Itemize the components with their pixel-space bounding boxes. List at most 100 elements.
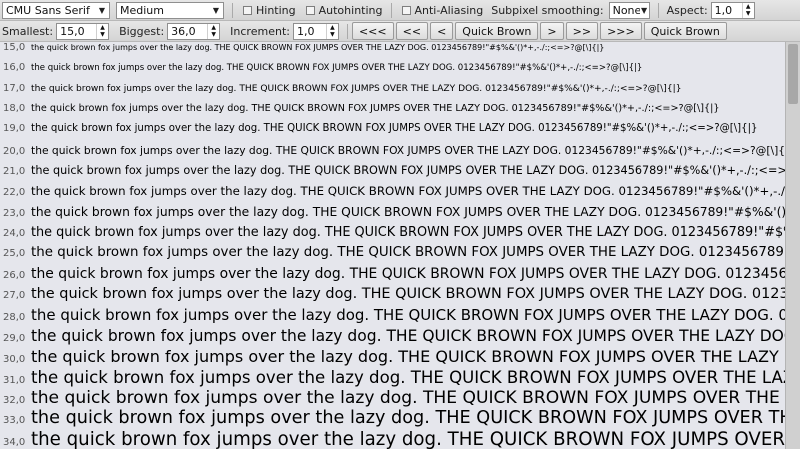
spin-arrows-icon[interactable]: ▲ ▼ [96,23,108,39]
sample-row: 23,0 the quick brown fox jumps over the l… [0,205,785,225]
sample-text: the quick brown fox jumps over the lazy … [31,103,720,115]
sample-text: the quick brown fox jumps over the lazy … [31,286,785,303]
chevron-down-icon: ▼ [641,5,648,15]
sample-row: 28,0 the quick brown fox jumps over the l… [0,306,785,326]
toolbar-font-options: CMU Sans Serif ▼ Medium ▼ Hinting Autohi… [0,0,800,21]
size-label: 34,0 [3,436,26,448]
sample-row: 18,0 the quick brown fox jumps over the l… [0,103,785,123]
sample-text: the quick brown fox jumps over the lazy … [31,367,785,387]
sample-row: 31,0 the quick brown fox jumps over the l… [0,368,785,388]
sample-row: 25,0 the quick brown fox jumps over the l… [0,245,785,265]
subpixel-label: Subpixel smoothing: [491,3,604,17]
sample-text: the quick brown fox jumps over the lazy … [31,143,785,157]
size-label: 29,0 [3,332,26,344]
size-label: 32,0 [3,394,26,406]
prev-button[interactable]: < [430,22,454,40]
sample-text: the quick brown fox jumps over the lazy … [31,43,605,52]
spin-arrows-icon[interactable]: ▲ ▼ [207,23,219,39]
spin-arrows-icon[interactable]: ▲ ▼ [741,2,754,18]
sample-text: the quick brown fox jumps over the lazy … [31,225,785,241]
sample-row: 15,0 the quick brown fox jumps over the l… [0,42,785,62]
hinting-checkbox[interactable]: Hinting [243,4,296,17]
size-label: 20,0 [3,145,26,157]
chevron-down-icon: ▼ [212,5,220,15]
increment-spinbox[interactable]: 1,0 ▲ ▼ [292,22,339,40]
scrollbar-thumb[interactable] [788,44,798,104]
sample-text: the quick brown fox jumps over the lazy … [31,387,785,408]
size-label: 25,0 [3,248,26,260]
size-label: 33,0 [3,415,26,427]
sample-text: the quick brown fox jumps over the lazy … [31,347,785,367]
font-weight-select[interactable]: Medium ▼ [116,1,224,19]
sample-text: the quick brown fox jumps over the lazy … [31,83,682,94]
prev-range-button[interactable]: << [395,22,429,40]
sample-text: the quick brown fox jumps over the lazy … [31,204,785,219]
vertical-scrollbar[interactable] [785,42,800,449]
font-family-select[interactable]: CMU Sans Serif ▼ [2,1,110,19]
hinting-label: Hinting [256,3,296,17]
sample-row: 21,0 the quick brown fox jumps over the l… [0,164,785,184]
size-label: 28,0 [3,312,26,324]
sample-text: the quick brown fox jumps over the lazy … [31,428,785,449]
sample-row: 34,0 the quick brown fox jumps over the l… [0,429,785,449]
sample-text-button[interactable]: Quick Brown [455,22,539,40]
sample-row: 27,0 the quick brown fox jumps over the l… [0,286,785,306]
sample-row: 17,0 the quick brown fox jumps over the l… [0,83,785,103]
subpixel-value: None [612,3,640,17]
sample-row: 24,0 the quick brown fox jumps over the l… [0,225,785,245]
size-label: 18,0 [3,103,26,115]
toolbar-separator [346,23,348,39]
aspect-value: 1,0 [714,3,733,17]
checkbox-box-icon [243,5,252,15]
chevron-down-icon: ▼ [98,5,106,15]
sample-text: the quick brown fox jumps over the lazy … [31,63,643,74]
toolbar-size-range: Smallest: 15,0 ▲ ▼ Biggest: 36,0 ▲ ▼ Incre… [0,21,800,42]
size-label: 21,0 [3,166,26,178]
autohinting-label: Autohinting [318,3,383,17]
sample-row: 26,0 the quick brown fox jumps over the l… [0,266,785,286]
next-range-button[interactable]: >> [565,22,599,40]
smallest-spinbox[interactable]: 15,0 ▲ ▼ [56,22,110,40]
autohinting-checkbox[interactable]: Autohinting [305,3,383,17]
smallest-value: 15,0 [60,24,85,38]
biggest-label: Biggest: [119,24,165,38]
sample-text: the quick brown fox jumps over the lazy … [31,306,785,325]
sample-text: the quick brown fox jumps over the lazy … [31,245,785,261]
sample-row: 30,0 the quick brown fox jumps over the l… [0,347,785,367]
size-label: 16,0 [3,62,26,74]
subpixel-select[interactable]: None ▼ [608,1,650,19]
first-page-button[interactable]: <<< [351,22,394,40]
sample-text: the quick brown fox jumps over the lazy … [31,408,785,429]
sample-text-button-2[interactable]: Quick Brown [643,22,727,40]
size-label: 19,0 [3,123,26,135]
sample-text: the quick brown fox jumps over the lazy … [31,123,758,135]
sample-row: 29,0 the quick brown fox jumps over the l… [0,327,785,347]
sample-text: the quick brown fox jumps over the lazy … [31,164,785,178]
antialiasing-checkbox[interactable]: Anti-Aliasing [401,3,484,17]
biggest-spinbox[interactable]: 36,0 ▲ ▼ [167,22,221,40]
font-family-value: CMU Sans Serif [6,3,90,17]
size-label: 24,0 [3,228,26,240]
smallest-label: Smallest: [2,24,54,38]
sample-text: the quick brown fox jumps over the lazy … [31,326,785,345]
spin-arrows-icon[interactable]: ▲ ▼ [325,23,338,39]
size-label: 31,0 [3,374,26,386]
sample-row: 22,0 the quick brown fox jumps over the l… [0,184,785,204]
next-button[interactable]: > [540,22,564,40]
size-label: 15,0 [3,42,26,53]
sample-row: 32,0 the quick brown fox jumps over the l… [0,388,785,408]
aspect-spinbox[interactable]: 1,0 ▲ ▼ [710,1,755,19]
sample-row: 33,0 the quick brown fox jumps over the l… [0,408,785,428]
sample-text: the quick brown fox jumps over the lazy … [31,265,785,282]
size-label: 23,0 [3,207,26,219]
checkbox-box-icon [401,5,411,15]
biggest-value: 36,0 [171,24,196,38]
toolbar-separator [657,2,659,18]
last-page-button[interactable]: >>> [600,22,642,40]
sample-row: 19,0 the quick brown fox jumps over the l… [0,123,785,143]
sample-row: 16,0 the quick brown fox jumps over the l… [0,62,785,82]
checkbox-box-icon [305,5,315,15]
antialiasing-label: Anti-Aliasing [414,3,484,17]
size-label: 17,0 [3,82,26,94]
aspect-label: Aspect: [666,3,708,17]
